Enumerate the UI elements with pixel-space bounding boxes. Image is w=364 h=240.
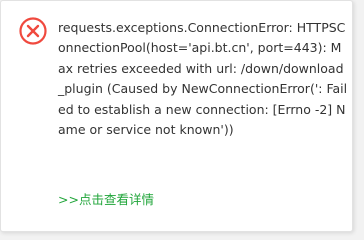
- error-message: requests.exceptions.ConnectionError: HTT…: [58, 20, 348, 138]
- error-icon: [19, 17, 47, 45]
- view-details-link[interactable]: >>点击查看详情: [58, 191, 154, 209]
- error-dialog: requests.exceptions.ConnectionError: HTT…: [0, 0, 353, 232]
